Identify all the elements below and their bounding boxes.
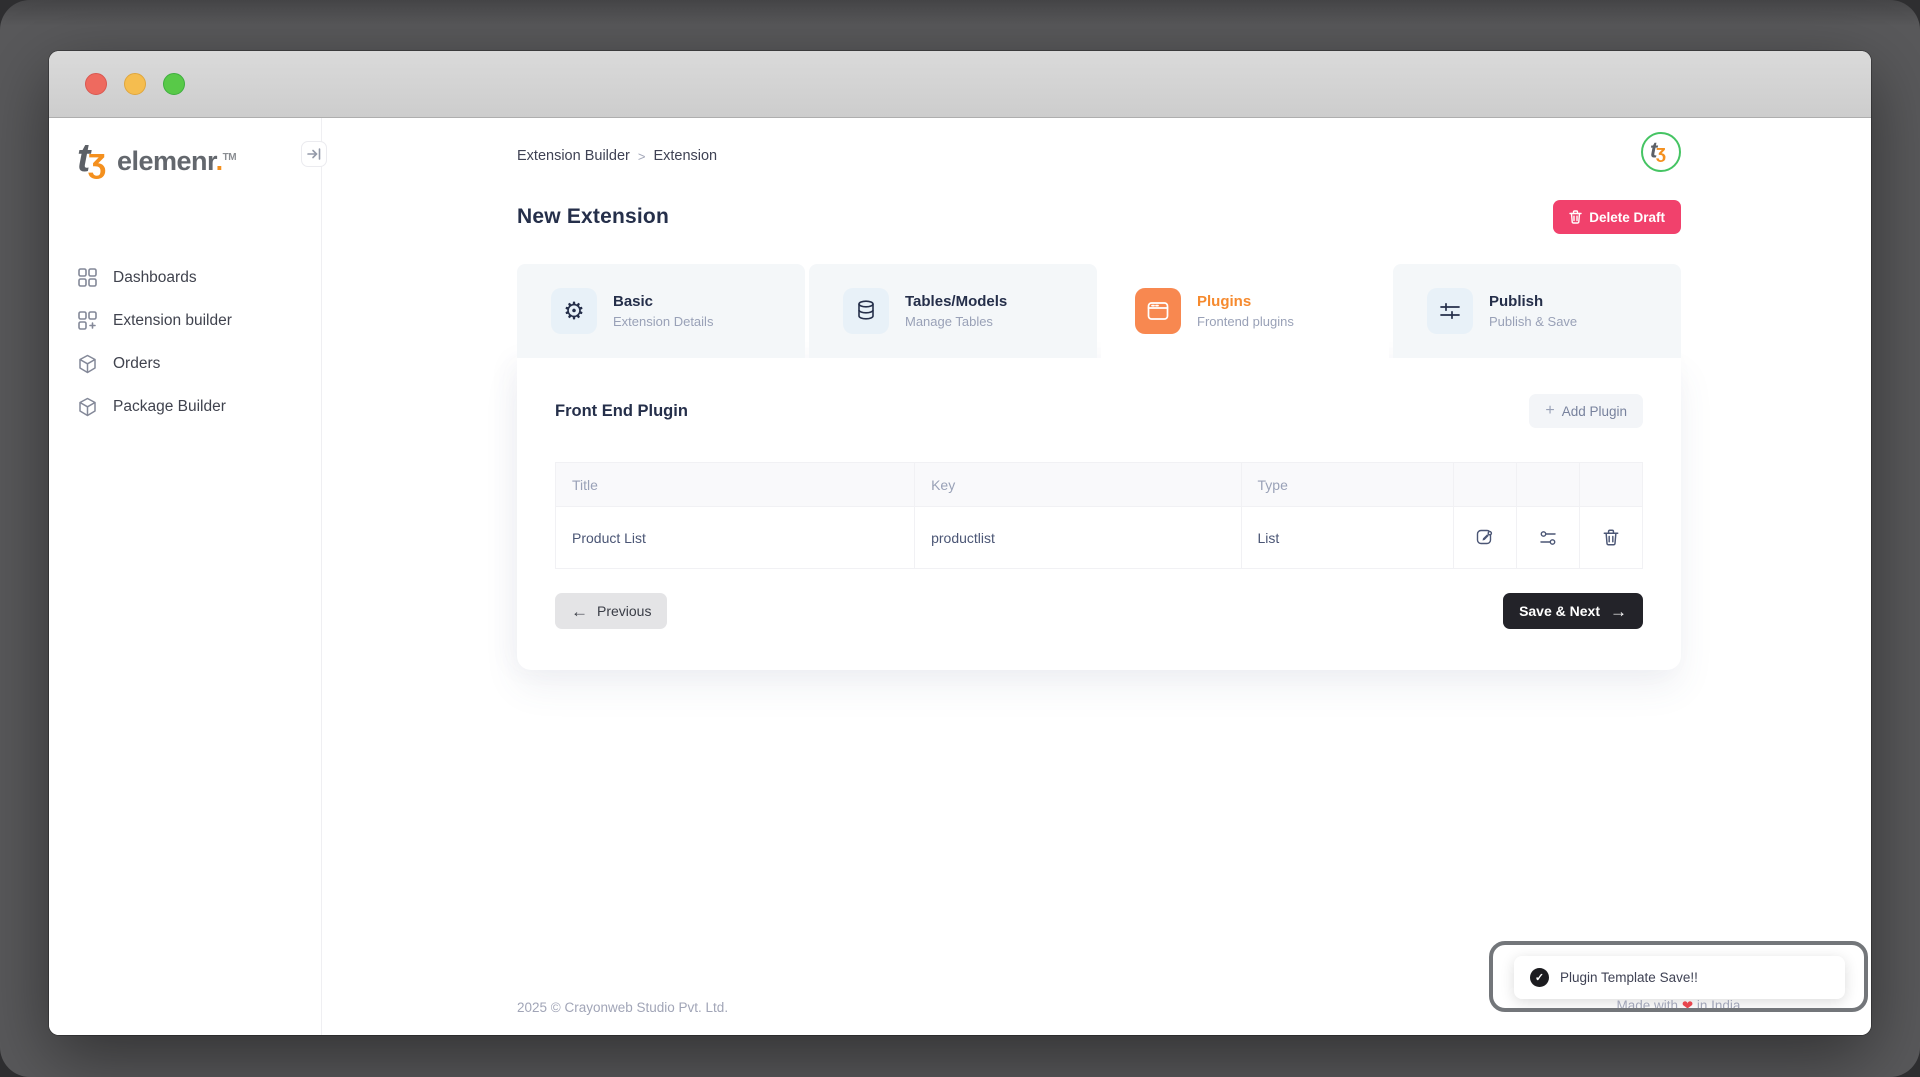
box-icon (77, 396, 98, 417)
toast-message: Plugin Template Save!! (1560, 970, 1698, 985)
step-basic[interactable]: ⚙ Basic Extension Details (517, 264, 805, 358)
sidebar-item-package-builder[interactable]: Package Builder (49, 385, 321, 428)
step-title: Tables/Models (905, 293, 1007, 310)
panel-header: Front End Plugin + Add Plugin (555, 394, 1643, 428)
table-row: Product List productlist List (556, 507, 1643, 569)
breadcrumb-extension-builder[interactable]: Extension Builder (517, 148, 630, 164)
heart-icon: ❤ (1682, 998, 1693, 1012)
brand-dot: . (216, 146, 223, 176)
front-end-plugin-panel: Front End Plugin + Add Plugin Title Key (517, 358, 1681, 670)
sliders-icon (1427, 288, 1473, 334)
page-header: New Extension Delete Draft (517, 200, 1681, 234)
delete-plugin-button[interactable] (1579, 507, 1642, 569)
step-publish[interactable]: Publish Publish & Save (1393, 264, 1681, 358)
content-column: Extension Builder > Extension t ʒ New Ex… (517, 118, 1681, 670)
grid-icon (77, 267, 98, 288)
brand-wordmark: elemenr.TM (117, 146, 236, 177)
save-next-label: Save & Next (1519, 603, 1600, 619)
sidebar-item-extension-builder[interactable]: Extension builder (49, 299, 321, 342)
delete-draft-button[interactable]: Delete Draft (1553, 200, 1681, 234)
step-title: Basic (613, 293, 713, 310)
step-title: Publish (1489, 293, 1577, 310)
breadcrumb: Extension Builder > Extension (517, 118, 1681, 164)
save-next-button[interactable]: Save & Next → (1503, 593, 1643, 629)
sidebar-item-dashboards[interactable]: Dashboards (49, 256, 321, 299)
page-title: New Extension (517, 205, 669, 229)
cell-type: List (1241, 507, 1453, 569)
sidebar-item-label: Orders (113, 355, 160, 373)
trash-icon (1569, 210, 1582, 224)
logo-glyph-orange: ʒ (1656, 141, 1666, 162)
close-window-button[interactable] (85, 73, 107, 95)
logo-glyph-orange: ʒ (88, 142, 106, 181)
brand-tm: TM (223, 152, 236, 163)
delete-icon (1603, 529, 1619, 546)
configure-plugin-button[interactable] (1516, 507, 1579, 569)
browser-window: t ʒ elemenr.TM (49, 51, 1871, 1035)
minimize-window-button[interactable] (124, 73, 146, 95)
toast-highlight-ring: ✓ Plugin Template Save!! Made with ❤ in … (1489, 941, 1868, 1012)
step-plugins[interactable]: Plugins Frontend plugins (1101, 264, 1389, 358)
cell-title: Product List (556, 507, 915, 569)
column-header-type: Type (1241, 463, 1453, 507)
column-header-title: Title (556, 463, 915, 507)
sidebar-item-label: Dashboards (113, 269, 197, 287)
panel-title: Front End Plugin (555, 402, 688, 421)
step-subtitle: Extension Details (613, 314, 713, 329)
app-root: t ʒ elemenr.TM (49, 118, 1871, 1035)
box-icon (77, 353, 98, 374)
collapse-sidebar-icon (307, 148, 321, 160)
gear-icon: ⚙ (551, 288, 597, 334)
column-header-actions-3 (1579, 463, 1642, 507)
step-title: Plugins (1197, 293, 1294, 310)
user-avatar[interactable]: t ʒ (1641, 132, 1681, 172)
add-plugin-button[interactable]: + Add Plugin (1529, 394, 1643, 428)
column-header-key: Key (915, 463, 1241, 507)
configure-icon (1539, 529, 1557, 547)
panel-actions: ← Previous Save & Next → (555, 593, 1643, 629)
traffic-lights (85, 73, 185, 95)
sidebar-item-label: Extension builder (113, 312, 232, 330)
arrow-left-icon: ← (571, 603, 588, 620)
edit-icon (1476, 529, 1494, 547)
zoom-window-button[interactable] (163, 73, 185, 95)
window-titlebar (49, 51, 1871, 118)
column-header-actions-1 (1453, 463, 1516, 507)
check-circle-icon: ✓ (1530, 968, 1549, 987)
cell-key: productlist (915, 507, 1241, 569)
previous-label: Previous (597, 603, 651, 619)
footer-copyright: 2025 © Crayonweb Studio Pvt. Ltd. (517, 1000, 728, 1015)
sidebar: t ʒ elemenr.TM (49, 118, 322, 1035)
edit-plugin-button[interactable] (1453, 507, 1516, 569)
add-plugin-label: Add Plugin (1562, 404, 1627, 419)
footer-made-with: Made with ❤ in India (1493, 998, 1864, 1012)
step-subtitle: Publish & Save (1489, 314, 1577, 329)
plugins-table: Title Key Type Product Li (555, 462, 1643, 569)
browser-window-icon (1135, 288, 1181, 334)
grid-plus-icon (77, 310, 98, 331)
brand-logo-icon: t ʒ (77, 142, 117, 184)
sidebar-nav: Dashboards Extension builder (49, 256, 321, 428)
breadcrumb-extension[interactable]: Extension (653, 148, 717, 164)
brand-logo[interactable]: t ʒ elemenr.TM (49, 142, 321, 184)
step-tables-models[interactable]: Tables/Models Manage Tables (809, 264, 1097, 358)
column-header-actions-2 (1516, 463, 1579, 507)
previous-button[interactable]: ← Previous (555, 593, 667, 629)
sidebar-item-orders[interactable]: Orders (49, 342, 321, 385)
arrow-right-icon: → (1610, 603, 1627, 620)
step-subtitle: Manage Tables (905, 314, 1007, 329)
wizard-steps: ⚙ Basic Extension Details (517, 264, 1681, 358)
database-icon (843, 288, 889, 334)
toast-notification: ✓ Plugin Template Save!! (1514, 956, 1845, 999)
sidebar-item-label: Package Builder (113, 398, 226, 416)
device-frame: t ʒ elemenr.TM (0, 0, 1920, 1077)
step-subtitle: Frontend plugins (1197, 314, 1294, 329)
avatar-logo-icon: t ʒ (1650, 141, 1672, 164)
chevron-right-icon: > (638, 149, 646, 164)
main-area: Extension Builder > Extension t ʒ New Ex… (322, 118, 1871, 1035)
plus-icon: + (1545, 402, 1554, 420)
table-header-row: Title Key Type (556, 463, 1643, 507)
delete-draft-label: Delete Draft (1589, 210, 1665, 225)
